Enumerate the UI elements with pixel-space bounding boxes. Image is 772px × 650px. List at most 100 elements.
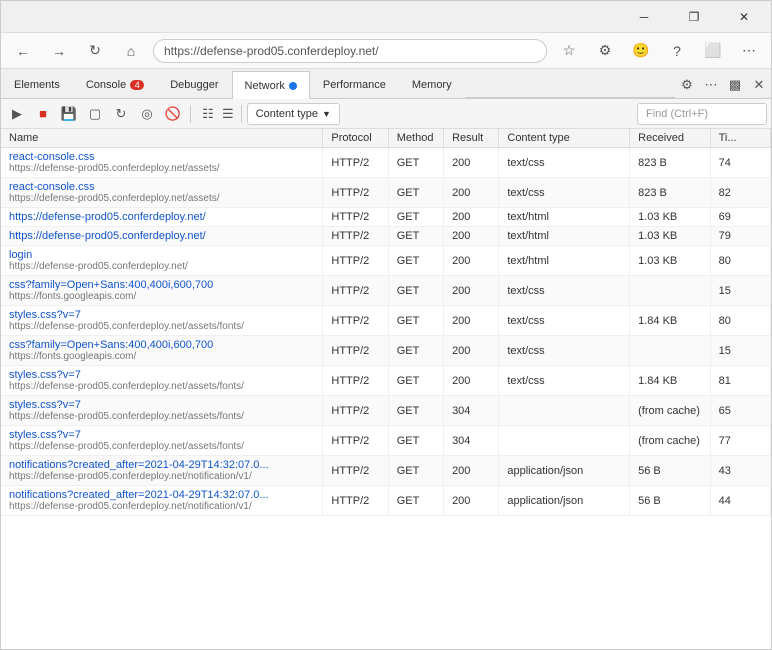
reload-button[interactable]: ↻ <box>109 102 133 126</box>
toolbar-separator2 <box>241 105 242 123</box>
home-button[interactable]: ⌂ <box>117 37 145 65</box>
cell-protocol: HTTP/2 <box>323 456 388 486</box>
cell-received: (from cache) <box>630 396 710 426</box>
bookmark-button[interactable]: ☆ <box>555 37 583 65</box>
col-received[interactable]: Received <box>630 129 710 148</box>
tab-debugger[interactable]: Debugger <box>157 70 231 98</box>
save-button[interactable]: 💾 <box>57 102 81 126</box>
tab-elements-label: Elements <box>14 79 60 91</box>
row-name-text: react-console.css <box>9 151 95 163</box>
cell-name: react-console.css https://defense-prod05… <box>1 178 323 208</box>
cell-name: styles.css?v=7 https://defense-prod05.co… <box>1 366 323 396</box>
cell-result: 200 <box>444 148 499 178</box>
close-button[interactable]: ✕ <box>721 1 767 33</box>
tab-memory[interactable]: Memory <box>399 70 465 98</box>
stop-button[interactable]: ■ <box>31 102 55 126</box>
account-button[interactable]: 🙂 <box>627 37 655 65</box>
table-row[interactable]: styles.css?v=7 https://defense-prod05.co… <box>1 366 771 396</box>
tab-console[interactable]: Console 4 <box>73 70 157 98</box>
title-bar-controls: ─ ❐ ✕ <box>621 1 767 33</box>
extensions-button[interactable]: ⚙ <box>591 37 619 65</box>
address-bar[interactable]: https://defense-prod05.conferdeploy.net/ <box>153 39 547 63</box>
cell-protocol: HTTP/2 <box>323 486 388 516</box>
minimize-button[interactable]: ─ <box>621 1 667 33</box>
network-recording-dot <box>289 82 297 90</box>
cell-result: 200 <box>444 456 499 486</box>
table-row[interactable]: css?family=Open+Sans:400,400i,600,700 ht… <box>1 336 771 366</box>
table-row[interactable]: css?family=Open+Sans:400,400i,600,700 ht… <box>1 276 771 306</box>
cell-time: 80 <box>710 246 770 276</box>
tab-performance[interactable]: Performance <box>310 70 399 98</box>
cell-result: 304 <box>444 426 499 456</box>
col-method[interactable]: Method <box>388 129 443 148</box>
cell-protocol: HTTP/2 <box>323 426 388 456</box>
row-name-text: styles.css?v=7 <box>9 399 81 411</box>
content-type-button[interactable]: Content type ▼ <box>247 103 340 125</box>
cell-content-type: text/css <box>499 148 630 178</box>
tab-network[interactable]: Network <box>232 71 310 99</box>
table-row[interactable]: https://defense-prod05.conferdeploy.net/… <box>1 227 771 246</box>
cell-result: 200 <box>444 306 499 336</box>
cell-received: 823 B <box>630 148 710 178</box>
search-input[interactable]: Find (Ctrl+F) <box>637 103 767 125</box>
table-row[interactable]: styles.css?v=7 https://defense-prod05.co… <box>1 396 771 426</box>
cell-name: react-console.css https://defense-prod05… <box>1 148 323 178</box>
restore-button[interactable]: ❐ <box>671 1 717 33</box>
devtools-sidebar-icon[interactable]: ▩ <box>723 73 747 97</box>
col-protocol[interactable]: Protocol <box>323 129 388 148</box>
table-row[interactable]: notifications?created_after=2021-04-29T1… <box>1 486 771 516</box>
cell-name: https://defense-prod05.conferdeploy.net/ <box>1 227 323 246</box>
devtools-tab-bar: Elements Console 4 Debugger Network Perf… <box>1 69 771 99</box>
col-content-type[interactable]: Content type <box>499 129 630 148</box>
cell-result: 200 <box>444 276 499 306</box>
block-button[interactable]: 🚫 <box>161 102 185 126</box>
table-row[interactable]: styles.css?v=7 https://defense-prod05.co… <box>1 306 771 336</box>
col-name[interactable]: Name <box>1 129 323 148</box>
row-url-text: https://defense-prod05.conferdeploy.net/… <box>9 193 314 204</box>
forward-button[interactable]: → <box>45 37 73 65</box>
devtools-ellipsis-icon[interactable]: ⋯ <box>699 73 723 97</box>
col-result[interactable]: Result <box>444 129 499 148</box>
cell-name: notifications?created_after=2021-04-29T1… <box>1 486 323 516</box>
cell-time: 65 <box>710 396 770 426</box>
cell-time: 15 <box>710 276 770 306</box>
cell-result: 200 <box>444 208 499 227</box>
capture-button[interactable]: ◎ <box>135 102 159 126</box>
table-row[interactable]: react-console.css https://defense-prod05… <box>1 178 771 208</box>
browser-toolbar: ← → ↻ ⌂ https://defense-prod05.conferdep… <box>1 33 771 69</box>
search-placeholder: Find (Ctrl+F) <box>646 108 708 120</box>
tablet-button[interactable]: ⬜ <box>699 37 727 65</box>
table-row[interactable]: styles.css?v=7 https://defense-prod05.co… <box>1 426 771 456</box>
row-url-text: https://fonts.googleapis.com/ <box>9 291 314 302</box>
filter-icon[interactable]: ☷ <box>196 102 220 126</box>
col-time[interactable]: Ti... <box>710 129 770 148</box>
cell-method: GET <box>388 396 443 426</box>
menu-button[interactable]: ⋯ <box>735 37 763 65</box>
cell-method: GET <box>388 148 443 178</box>
help-button[interactable]: ? <box>663 37 691 65</box>
play-button[interactable]: ▶ <box>5 102 29 126</box>
network-table: Name Protocol Method Result Content type… <box>1 129 771 516</box>
cell-name: css?family=Open+Sans:400,400i,600,700 ht… <box>1 336 323 366</box>
back-button[interactable]: ← <box>9 37 37 65</box>
cell-method: GET <box>388 366 443 396</box>
cell-content-type <box>499 426 630 456</box>
devtools-settings-icon[interactable]: ⚙ <box>675 73 699 97</box>
row-url-text: https://defense-prod05.conferdeploy.net/… <box>9 441 314 452</box>
cell-name: css?family=Open+Sans:400,400i,600,700 ht… <box>1 276 323 306</box>
tab-elements[interactable]: Elements <box>1 70 73 98</box>
devtools-close-icon[interactable]: ✕ <box>747 73 771 97</box>
cell-result: 200 <box>444 246 499 276</box>
table-row[interactable]: notifications?created_after=2021-04-29T1… <box>1 456 771 486</box>
cell-time: 43 <box>710 456 770 486</box>
table-row[interactable]: https://defense-prod05.conferdeploy.net/… <box>1 208 771 227</box>
table-row[interactable]: react-console.css https://defense-prod05… <box>1 148 771 178</box>
table-row[interactable]: login https://defense-prod05.conferdeplo… <box>1 246 771 276</box>
tab-spacer <box>465 97 675 98</box>
cell-protocol: HTTP/2 <box>323 148 388 178</box>
row-name-text: notifications?created_after=2021-04-29T1… <box>9 459 269 471</box>
refresh-button[interactable]: ↻ <box>81 37 109 65</box>
clear-button[interactable]: ▢ <box>83 102 107 126</box>
cell-received: 1.03 KB <box>630 246 710 276</box>
cell-result: 200 <box>444 336 499 366</box>
